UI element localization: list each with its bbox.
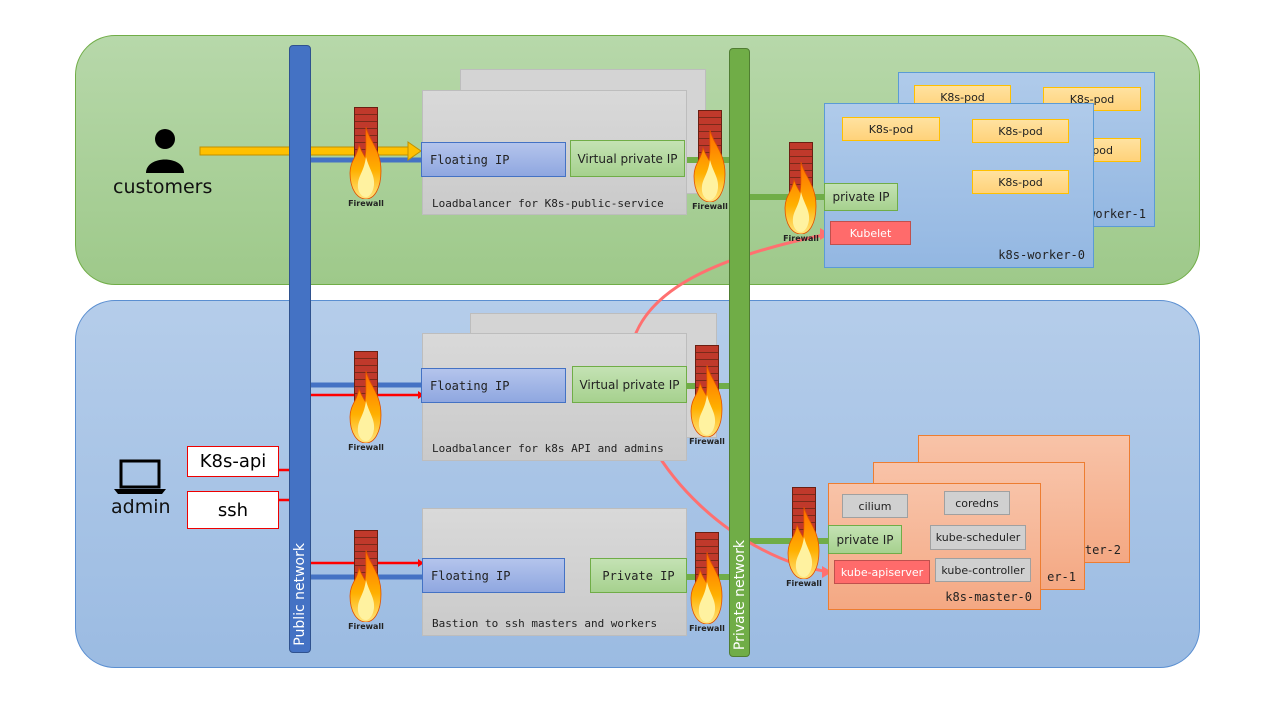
public-network-label: Public network	[292, 543, 308, 646]
ssh-endpoint: ssh	[187, 491, 279, 529]
firewall: Firewall	[348, 351, 384, 456]
k8s-pod: K8s-pod	[842, 117, 940, 141]
firewall-label: Firewall	[692, 202, 728, 211]
coredns: coredns	[944, 491, 1010, 515]
flame-icon	[784, 162, 817, 234]
lb-api-virtual-private-ip: Virtual private IP	[572, 366, 687, 403]
firewall: Firewall	[783, 142, 819, 247]
master-1-label: er-1	[1047, 570, 1076, 584]
kubelet: Kubelet	[830, 221, 911, 245]
firewall: Firewall	[692, 110, 728, 215]
firewall-label: Firewall	[786, 579, 822, 588]
firewall-label: Firewall	[689, 437, 725, 446]
lb-api-floating-ip: Floating IP	[421, 368, 566, 403]
k8s-pod: K8s-pod	[972, 170, 1069, 194]
firewall-label: Firewall	[348, 199, 384, 208]
lb-api-label: Loadbalancer for k8s API and admins	[432, 442, 664, 455]
bastion-label: Bastion to ssh masters and workers	[432, 617, 658, 630]
private-network-label: Private network	[731, 539, 748, 650]
flame-icon	[693, 130, 726, 202]
firewall-label: Firewall	[689, 624, 725, 633]
flame-icon	[349, 127, 382, 199]
arrowhead	[407, 141, 422, 161]
flame-icon	[690, 552, 723, 624]
laptop-icon	[114, 459, 166, 494]
admin-label: admin	[111, 496, 171, 518]
firewall: Firewall	[689, 345, 725, 450]
lb-public-virtual-private-ip: Virtual private IP	[570, 140, 685, 177]
k8s-api-endpoint: K8s-api	[187, 446, 279, 477]
private-network-bar: Private network	[729, 48, 750, 657]
bastion-floating-ip: Floating IP	[422, 558, 565, 593]
lb-public-label: Loadbalancer for K8s-public-service	[432, 197, 664, 210]
flame-icon	[349, 371, 382, 443]
kube-apiserver: kube-apiserver	[834, 560, 930, 584]
worker-1-label: worker-1	[1088, 207, 1146, 221]
worker-private-ip: private IP	[824, 183, 898, 211]
firewall-label: Firewall	[348, 622, 384, 631]
cilium: cilium	[842, 494, 908, 518]
flame-icon	[787, 507, 820, 579]
kube-controller: kube-controller	[935, 558, 1031, 582]
firewall: Firewall	[348, 530, 384, 635]
public-network-bar: Public network	[289, 45, 311, 653]
customers-label: customers	[113, 176, 213, 198]
worker-0-label: k8s-worker-0	[998, 248, 1085, 262]
lb-public-floating-ip: Floating IP	[421, 142, 566, 177]
flame-icon	[690, 365, 723, 437]
firewall: Firewall	[689, 532, 725, 637]
master-0-label: k8s-master-0	[945, 590, 1032, 604]
k8s-pod: K8s-pod	[972, 119, 1069, 143]
firewall-label: Firewall	[348, 443, 384, 452]
master-private-ip: private IP	[828, 525, 902, 554]
flame-icon	[349, 550, 382, 622]
person-icon	[146, 129, 184, 173]
firewall-label: Firewall	[783, 234, 819, 243]
firewall: Firewall	[786, 487, 822, 592]
kube-scheduler: kube-scheduler	[930, 525, 1026, 550]
bastion-private-ip: Private IP	[590, 558, 687, 593]
master-2-label: ter-2	[1084, 543, 1121, 557]
firewall: Firewall	[348, 107, 384, 212]
